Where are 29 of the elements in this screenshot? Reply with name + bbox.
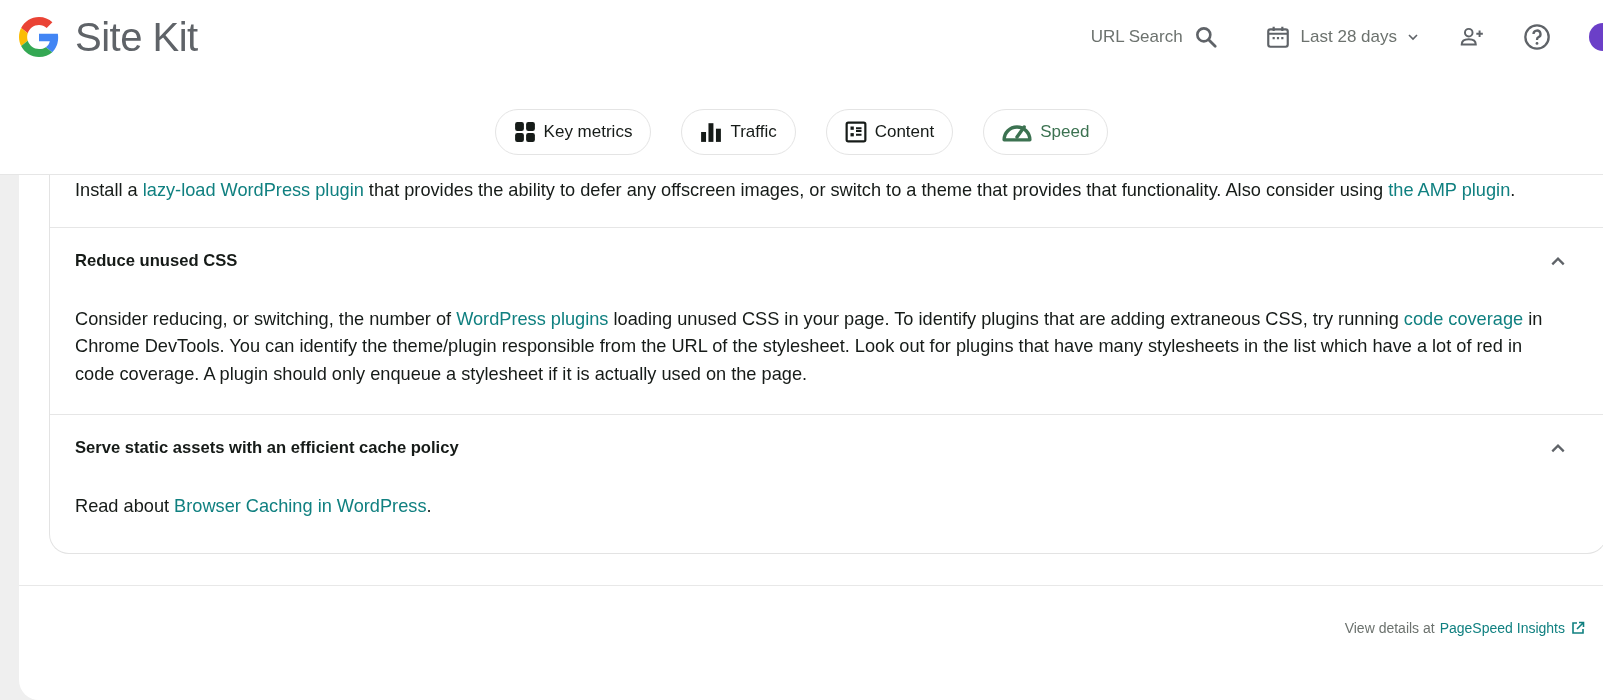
content-list-icon: [844, 121, 867, 143]
text-link[interactable]: code coverage: [1403, 308, 1524, 329]
text-link[interactable]: WordPress plugins: [456, 308, 609, 329]
brand-name: Site Kit: [75, 14, 198, 60]
external-link-icon: [1571, 620, 1585, 635]
section-title: Serve static assets with an efficient cache policy: [75, 438, 459, 458]
help-icon[interactable]: [1523, 23, 1551, 51]
nav-tab[interactable]: Traffic: [681, 109, 796, 155]
text-link[interactable]: the AMP plugin: [1388, 180, 1511, 200]
google-g-logo-icon: [19, 17, 59, 57]
pagespeed-link[interactable]: PageSpeed Insights: [1439, 619, 1585, 636]
text-link[interactable]: lazy-load WordPress plugin: [142, 180, 364, 200]
date-range-button[interactable]: Last 28 days: [1258, 20, 1425, 54]
advice-paragraph: Install a lazy-load WordPress plugin that provides the ability to defer any offscreen images, or switch to a theme that provides that functionality. Also consider using the AMP plugin.: [75, 179, 1517, 202]
nav-tab[interactable]: Content: [825, 109, 954, 155]
grid-icon: [513, 121, 536, 143]
chevron-down-icon: [1407, 31, 1419, 43]
section-title: Reduce unused CSS: [75, 250, 238, 271]
advice-paragraph: Consider reducing, or switching, the number of WordPress plugins loading unused CSS in your page. To identify plugins that are adding extraneous CSS, try running code coverage in Chrome DevTools. You can identify the theme/plugin responsible from the URL of the stylesheet. Look out for plugins that have many stylesheets in the list which have a lot of red in code coverage. A plugin should only enqueue a stylesheet if it is actually used on the page.: [75, 307, 1544, 386]
bar-chart-icon: [700, 121, 723, 143]
gauge-icon: [1002, 122, 1033, 142]
url-search-button[interactable]: URL Search: [1084, 20, 1225, 54]
nav-tab[interactable]: Key metrics: [494, 109, 652, 155]
footer-caption: View details at: [1344, 619, 1435, 636]
calendar-icon: [1264, 24, 1291, 50]
nav-tab[interactable]: Speed: [983, 109, 1109, 155]
advice-paragraph: Read about Browser Caching in WordPress.: [75, 495, 433, 518]
text-link[interactable]: Browser Caching in WordPress: [174, 496, 427, 516]
chevron-icon[interactable]: [1550, 442, 1566, 454]
